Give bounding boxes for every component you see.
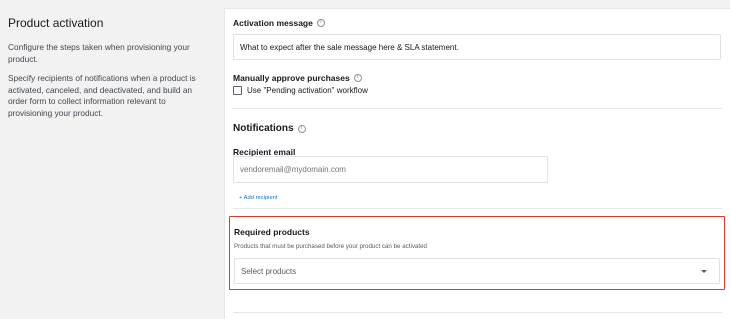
section-title: Product activation [8,16,104,30]
notifications-title: Notifications [233,123,294,134]
required-products-desc-wrap: Products that must be purchased before y… [234,235,427,253]
pending-activation-option[interactable]: Use "Pending activation" workflow [233,86,368,95]
manual-approve-label-row: Manually approve purchases i [233,73,362,83]
activation-message-input[interactable]: What to expect after the sale message he… [233,34,721,60]
divider [233,312,722,313]
notifications-title-row: Notifications i [233,123,306,134]
section-desc-2: Specify recipients of notifications when… [8,73,196,118]
select-products-placeholder: Select products [241,266,297,276]
recipient-email-input[interactable] [233,156,548,183]
manual-approve-label: Manually approve purchases [233,73,350,83]
activation-message-label-row: Activation message i [233,18,325,28]
add-recipient-link[interactable]: + Add recipient [239,195,278,201]
divider [233,208,722,209]
info-icon[interactable]: i [297,124,306,133]
activation-message-label: Activation message [233,18,313,28]
add-recipient-wrap: + Add recipient [239,186,278,204]
pending-activation-checkbox-label: Use "Pending activation" workflow [247,86,368,95]
info-icon[interactable]: i [353,74,362,82]
pending-activation-checkbox[interactable] [233,86,242,95]
divider [233,108,722,109]
activation-message-value: What to expect after the sale message he… [240,42,459,52]
section-desc-1: Configure the steps taken when provision… [8,42,190,64]
section-description: Product activation Configure the steps t… [8,16,208,127]
chevron-down-icon [701,269,707,273]
select-products-dropdown[interactable]: Select products [234,258,720,284]
info-icon[interactable]: i [316,19,325,27]
required-products-desc: Products that must be purchased before y… [234,243,427,250]
